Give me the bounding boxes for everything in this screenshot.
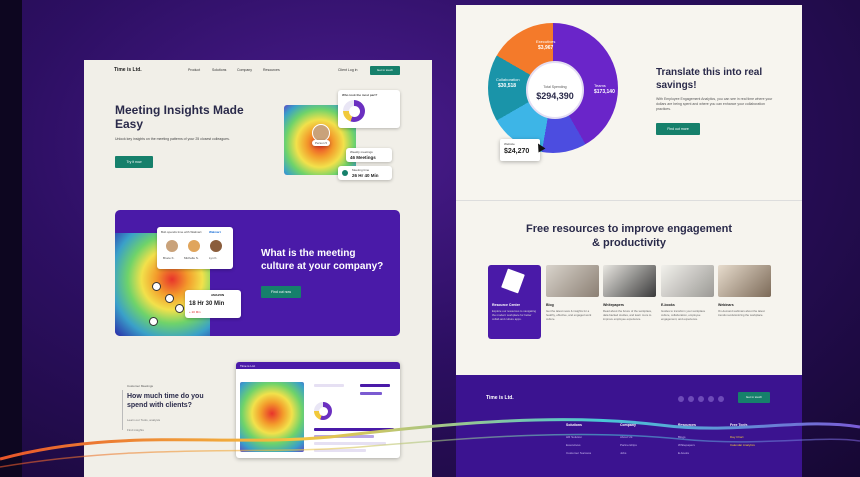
popup-label: Website xyxy=(504,142,515,146)
client-login-link[interactable]: Client Log in xyxy=(338,68,357,72)
ebooks-image xyxy=(661,265,714,297)
resource-card-resource-center[interactable]: Resource Center Explore our resources to… xyxy=(488,265,541,339)
meetings-label: Weekly meetings xyxy=(350,150,373,154)
amazon-card: AMAZON 18 Hr 30 Min + 20 Min xyxy=(185,290,241,318)
avatar xyxy=(209,239,223,253)
dashboard-row xyxy=(314,384,344,387)
person-label-card: Person 5 xyxy=(312,140,330,146)
resource-card-title: Whitepapers xyxy=(603,303,625,307)
person-name: Lyn K. xyxy=(209,256,218,260)
savings-section: Total Spending $294,390 Executives $3,96… xyxy=(456,5,802,200)
walmart-card-label: Bob spends time with Walmart xyxy=(161,230,202,234)
meeting-time-value: 26 Hr 40 Min xyxy=(352,173,379,178)
dashboard-row xyxy=(360,384,390,387)
map-marker xyxy=(149,317,158,326)
person-label: Person 5 xyxy=(315,141,328,145)
webinars-image xyxy=(718,265,771,297)
resource-card-webinars[interactable]: Webinars On-demand webinars about the la… xyxy=(718,265,771,339)
nav-item-product[interactable]: Product xyxy=(188,68,200,72)
website-popup-card: Website $24,270 xyxy=(500,139,540,161)
get-in-touch-button[interactable]: Get in touch xyxy=(370,66,400,75)
resource-card-title: Blog xyxy=(546,303,554,307)
nav-item-solutions[interactable]: Solutions xyxy=(212,68,226,72)
total-spending-label: Total Spending xyxy=(543,85,567,89)
time-spent-value: 18 Hr 30 Min xyxy=(189,301,225,307)
person-name: Bruce K. xyxy=(163,256,175,260)
savings-title: Translate this into real savings! xyxy=(656,67,763,91)
resource-card-whitepapers[interactable]: Whitepapers Read about the future of the… xyxy=(603,265,656,339)
resource-card-desc: On-demand webinars about the latest tren… xyxy=(718,309,765,317)
meetings-value: 46 Meetings xyxy=(350,155,376,160)
segment-value: $3,967 xyxy=(538,45,554,51)
donut-center xyxy=(526,61,584,119)
amazon-brand: AMAZON xyxy=(211,293,225,297)
blog-image xyxy=(546,265,599,297)
segment-label: Collaboration xyxy=(496,77,520,82)
time-delta: + 20 Min xyxy=(189,310,201,314)
person-name: Michelle S. xyxy=(184,256,199,260)
resource-center-image xyxy=(488,265,541,297)
whitepapers-image xyxy=(603,265,656,297)
resource-card-title: Webinars xyxy=(718,303,734,307)
resource-card-desc: Read about the future of the workplace, … xyxy=(603,309,652,321)
resource-card-blog[interactable]: Blog Get the latest news & insights for … xyxy=(546,265,599,339)
dashboard-header: Time is Ltd. xyxy=(236,362,400,369)
segment-label: Executives xyxy=(536,39,556,44)
meeting-time-label: Meeting time xyxy=(352,168,370,172)
logo[interactable]: Time is Ltd. xyxy=(114,67,142,73)
resource-card-title: E-books xyxy=(661,303,675,307)
divider xyxy=(456,200,802,201)
popup-value: $24,270 xyxy=(504,148,530,155)
total-spending-value: $294,390 xyxy=(536,91,574,101)
resource-card-desc: Guides to transform your workplace cultu… xyxy=(661,309,706,321)
walmart-brand: Walmart xyxy=(209,230,221,234)
segment-label: Teams xyxy=(594,83,606,88)
resource-card-title: Resource Center xyxy=(492,303,521,307)
walmart-card: Bob spends time with Walmart Walmart Bru… xyxy=(157,227,233,269)
map-marker xyxy=(165,294,174,303)
meetings-card: Weekly meetings 46 Meetings xyxy=(346,148,392,162)
nav-item-company[interactable]: Company xyxy=(237,68,252,72)
document-icon xyxy=(501,268,525,294)
clock-icon xyxy=(342,170,348,176)
segment-value: $173,140 xyxy=(594,89,615,95)
customer-meetings-tag: Customer Meetings xyxy=(127,384,154,388)
hero-subtitle: Unlock key insights on the meeting patte… xyxy=(115,137,230,141)
avatar xyxy=(165,239,179,253)
participation-title: Who took the most part? xyxy=(342,93,378,97)
meeting-culture-section: Bob spends time with Walmart Walmart Bru… xyxy=(115,210,400,336)
decorative-wave xyxy=(0,418,860,468)
find-out-now-button[interactable]: Find out now xyxy=(261,286,301,298)
find-out-more-button[interactable]: Find out more xyxy=(656,123,700,135)
map-marker xyxy=(175,304,184,313)
try-now-button[interactable]: Try it now xyxy=(115,156,153,168)
avatar xyxy=(187,239,201,253)
top-nav: Time is Ltd. Product Solutions Company R… xyxy=(84,60,432,82)
meeting-time-card: Meeting time 26 Hr 40 Min xyxy=(338,166,392,180)
participation-card: Who took the most part? xyxy=(338,90,400,128)
resource-card-ebooks[interactable]: E-books Guides to transform your workpla… xyxy=(661,265,714,339)
segment-value: $30,518 xyxy=(498,83,517,89)
hero-title: Meeting Insights Made Easy xyxy=(115,103,244,131)
map-marker xyxy=(152,282,161,291)
dashboard-logo: Time is Ltd. xyxy=(240,363,256,368)
meeting-culture-title: What is the meeting culture at your comp… xyxy=(261,248,384,272)
resource-card-desc: Get the latest news & insights for a hea… xyxy=(546,309,592,321)
savings-text: With Employee Engagement Analytics, you … xyxy=(656,97,773,111)
dashboard-row xyxy=(360,392,382,395)
resource-card-desc: Explore our resources to navigating the … xyxy=(492,309,536,321)
resources-title: Free resources to improve engagement & p… xyxy=(526,223,733,249)
participation-donut xyxy=(343,100,365,122)
nav-item-resources[interactable]: Resources xyxy=(263,68,280,72)
